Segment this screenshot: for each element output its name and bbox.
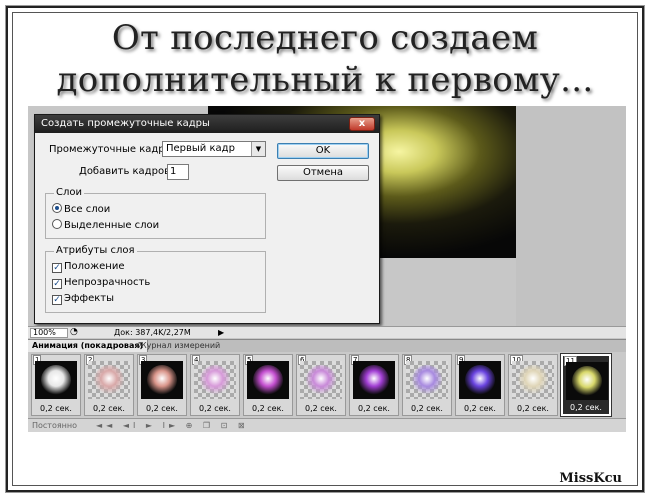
play-arrow-icon[interactable]: ▶	[218, 327, 224, 338]
zoom-field[interactable]: 100%	[30, 328, 68, 338]
animation-frame[interactable]: 10 0,2 сек.	[508, 354, 558, 416]
frame-delay[interactable]: 0,2 сек.	[509, 404, 557, 414]
document-info-icon[interactable]: ◔	[70, 327, 78, 338]
animation-frame[interactable]: 4 0,2 сек.	[190, 354, 240, 416]
checkmark-icon[interactable]: ✓	[52, 295, 62, 305]
frame-thumbnail	[194, 361, 236, 399]
frame-delay[interactable]: 0,2 сек.	[456, 404, 504, 414]
doc-size-text: Док: 387,4K/2,27M	[114, 328, 191, 337]
animation-toolbar: Постоянно ◄◄ ◄I ► I► ⊕ ❐ ⊡ ⊠	[28, 418, 626, 432]
frame-delay[interactable]: 0,2 сек.	[138, 404, 186, 414]
flower-thumbnail-icon	[200, 365, 230, 395]
radio-empty-icon[interactable]	[52, 219, 62, 229]
headline-line-1: От последнего создаем	[111, 18, 539, 58]
radio-all-layers[interactable]: Все слои	[52, 203, 110, 216]
animation-frame[interactable]: 5 0,2 сек.	[243, 354, 293, 416]
headline-line-2: дополнительный к первому...	[56, 60, 594, 100]
radio-all-layers-label: Все слои	[64, 204, 111, 215]
frame-delay[interactable]: 0,2 сек.	[191, 404, 239, 414]
close-button[interactable]: x	[349, 117, 375, 131]
frame-delay[interactable]: 0,2 сек.	[32, 404, 80, 414]
checkmark-icon[interactable]: ✓	[52, 279, 62, 289]
flower-thumbnail-icon	[465, 365, 495, 395]
animation-frame[interactable]: 7 0,2 сек.	[349, 354, 399, 416]
chevron-down-icon[interactable]: ▼	[251, 142, 265, 156]
canvas-background	[516, 106, 626, 326]
frame-thumbnail	[247, 361, 289, 399]
checkbox-effects[interactable]: ✓ Эффекты	[52, 293, 114, 305]
tab-measurement-log[interactable]: Журнал измерений	[134, 340, 224, 352]
checkmark-icon[interactable]: ✓	[52, 263, 62, 273]
flower-thumbnail-icon	[94, 365, 124, 395]
checkbox-opacity-label: Непрозрачность	[64, 277, 151, 288]
layer-attributes-legend: Атрибуты слоя	[54, 245, 137, 257]
animation-frame[interactable]: 11 0,2 сек.	[561, 354, 611, 416]
radio-selected-icon[interactable]	[52, 203, 62, 213]
frame-thumbnail	[35, 361, 77, 399]
animation-frame[interactable]: 2 0,2 сек.	[84, 354, 134, 416]
frame-thumbnail	[88, 361, 130, 399]
flower-thumbnail-icon	[41, 365, 71, 395]
frame-delay[interactable]: 0,2 сек.	[563, 403, 609, 413]
animation-frames-strip: 1 0,2 сек. 2 0,2 сек. 3 0,2 сек. 4 0,2 сек. 5 0,2…	[28, 352, 626, 418]
frame-thumbnail	[406, 361, 448, 399]
tween-with-value: Первый кадр	[166, 143, 235, 154]
animation-frame[interactable]: 1 0,2 сек.	[31, 354, 81, 416]
animation-frame[interactable]: 8 0,2 сек.	[402, 354, 452, 416]
checkbox-position-label: Положение	[64, 261, 125, 272]
cancel-button[interactable]: Отмена	[277, 165, 369, 181]
layers-group-legend: Слои	[54, 187, 84, 199]
layer-attributes-group: Атрибуты слоя ✓ Положение ✓ Непрозрачность…	[45, 245, 266, 313]
flower-thumbnail-icon	[518, 365, 548, 395]
frame-delay[interactable]: 0,2 сек.	[244, 404, 292, 414]
frame-thumbnail	[459, 361, 501, 399]
radio-selected-layers-label: Выделенные слои	[64, 220, 160, 231]
flower-thumbnail-icon	[306, 365, 336, 395]
dialog-title: Создать промежуточные кадры	[41, 118, 210, 129]
flower-thumbnail-icon	[572, 366, 602, 396]
tween-with-label: Промежуточные кадры:	[49, 144, 176, 155]
author-signature: MissKcu	[559, 471, 622, 486]
panel-tab-bar: Анимация (покадровая) Журнал измерений	[28, 339, 626, 352]
checkbox-position[interactable]: ✓ Положение	[52, 261, 125, 273]
tab-animation[interactable]: Анимация (покадровая)	[28, 340, 149, 352]
tween-dialog: Создать промежуточные кадры x Промежуточ…	[34, 114, 380, 324]
status-bar: 100% ◔ Док: 387,4K/2,27M ▶	[28, 326, 626, 338]
frame-delay[interactable]: 0,2 сек.	[350, 404, 398, 414]
checkbox-effects-label: Эффекты	[64, 293, 114, 304]
playback-controls[interactable]: ◄◄ ◄I ► I► ⊕ ❐ ⊡ ⊠	[96, 419, 249, 432]
frame-thumbnail	[512, 361, 554, 399]
flower-thumbnail-icon	[253, 365, 283, 395]
layers-group: Слои Все слои Выделенные слои	[45, 187, 266, 239]
flower-thumbnail-icon	[147, 365, 177, 395]
frame-delay[interactable]: 0,2 сек.	[403, 404, 451, 414]
animation-frame[interactable]: 3 0,2 сек.	[137, 354, 187, 416]
frame-delay[interactable]: 0,2 сек.	[297, 404, 345, 414]
animation-frame[interactable]: 9 0,2 сек.	[455, 354, 505, 416]
loop-select[interactable]: Постоянно	[32, 419, 77, 432]
frame-thumbnail	[300, 361, 342, 399]
frame-thumbnail	[353, 361, 395, 399]
frame-thumbnail	[141, 361, 183, 399]
animation-frame[interactable]: 6 0,2 сек.	[296, 354, 346, 416]
checkbox-opacity[interactable]: ✓ Непрозрачность	[52, 277, 150, 289]
dialog-titlebar: Создать промежуточные кадры x	[35, 115, 379, 133]
ok-button[interactable]: OK	[277, 143, 369, 159]
tween-with-select[interactable]: Первый кадр ▼	[162, 141, 266, 157]
photoshop-screenshot: Создать промежуточные кадры x Промежуточ…	[28, 106, 626, 432]
radio-selected-layers[interactable]: Выделенные слои	[52, 219, 159, 232]
add-frames-input[interactable]: 1	[167, 164, 189, 180]
flower-thumbnail-icon	[359, 365, 389, 395]
frame-thumbnail	[566, 362, 608, 400]
frame-delay[interactable]: 0,2 сек.	[85, 404, 133, 414]
add-frames-label: Добавить кадров:	[79, 166, 174, 177]
flower-thumbnail-icon	[412, 365, 442, 395]
